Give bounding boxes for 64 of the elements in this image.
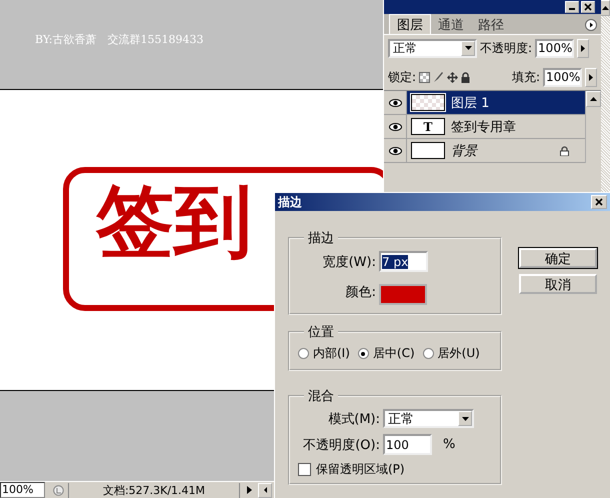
preserve-transparency-checkbox[interactable]: 保留透明区域(P) [298, 461, 492, 478]
opacity-slider-button[interactable] [577, 38, 590, 58]
cancel-button[interactable]: 取消 [519, 274, 597, 294]
mode-dropdown[interactable]: 正常 [383, 409, 474, 428]
opacity-label: 不透明度: [480, 40, 532, 56]
ok-button[interactable]: 确定 [519, 248, 597, 268]
right-arrow-icon [246, 486, 252, 494]
stamp-text: 签到 [96, 183, 252, 261]
layer-row[interactable]: 图层 1 [384, 91, 585, 115]
panel-tab[interactable]: 路径 [471, 15, 511, 34]
scroll-left-button[interactable] [258, 482, 272, 498]
layer-thumbnail [411, 142, 445, 159]
close-icon [584, 3, 592, 11]
up-arrow-icon [602, 6, 608, 10]
minimize-button[interactable] [565, 1, 579, 13]
group-title: 混合 [307, 388, 335, 405]
lock-transparency-icon[interactable] [419, 72, 430, 82]
circle-icon[interactable] [53, 484, 64, 496]
radio-option[interactable]: 居外(U) [422, 345, 480, 362]
text-layer-thumbnail: T [411, 118, 445, 135]
panel-menu-icon[interactable] [585, 19, 597, 31]
group-title: 描边 [307, 230, 335, 247]
dialog-title: 描边 [278, 194, 302, 210]
document-info: 文档:527.3K/1.41M [68, 482, 240, 498]
panel-tab[interactable]: 图层 [389, 14, 431, 34]
left-arrow-icon [264, 487, 266, 493]
eye-icon[interactable] [384, 91, 407, 114]
layer-name: 图层 1 [451, 94, 490, 112]
right-arrow-icon [581, 44, 586, 52]
fill-label: 填充: [512, 68, 540, 86]
layer-row[interactable]: 背景 [384, 139, 585, 163]
panel-tab[interactable]: 通道 [431, 15, 471, 34]
scrollbar[interactable] [585, 91, 601, 163]
canvas-caption: BY:古欲香萧 交流群155189433 [35, 32, 204, 47]
mode-label: 模式(M): [327, 410, 380, 428]
layer-name: 背景 [451, 142, 477, 160]
color-swatch[interactable] [379, 284, 427, 305]
width-label: 宽度(W): [322, 254, 376, 270]
radio-option[interactable]: 内部(I) [298, 345, 350, 362]
status-menu-button[interactable] [244, 486, 254, 494]
opacity-field[interactable]: 100% [535, 38, 574, 58]
close-button[interactable] [581, 1, 595, 13]
close-icon [595, 198, 603, 206]
group-title: 位置 [307, 324, 335, 341]
move-icon[interactable] [447, 72, 458, 82]
color-label: 颜色: [344, 284, 376, 300]
layer-row[interactable]: T 签到专用章 [384, 115, 585, 139]
unit-label: % [443, 437, 456, 452]
opacity-field[interactable]: 100 [383, 434, 432, 455]
close-button[interactable] [591, 195, 607, 209]
layer-thumbnail [411, 94, 445, 111]
lock-label: 锁定: [388, 68, 416, 86]
radio-option[interactable]: 居中(C) [358, 345, 415, 362]
lock-icon[interactable] [461, 72, 470, 82]
width-field[interactable]: 7 px [379, 251, 428, 272]
right-arrow-icon [589, 74, 593, 80]
zoom-field[interactable]: 100% [0, 482, 45, 498]
blend-mode-dropdown[interactable]: 正常 [388, 38, 477, 58]
fill-slider-button[interactable] [585, 68, 597, 86]
up-arrow-icon [590, 97, 597, 101]
brush-icon[interactable] [433, 71, 444, 83]
layer-name: 签到专用章 [451, 118, 516, 136]
fill-field[interactable]: 100% [543, 68, 582, 86]
opacity-label: 不透明度(O): [302, 436, 380, 454]
